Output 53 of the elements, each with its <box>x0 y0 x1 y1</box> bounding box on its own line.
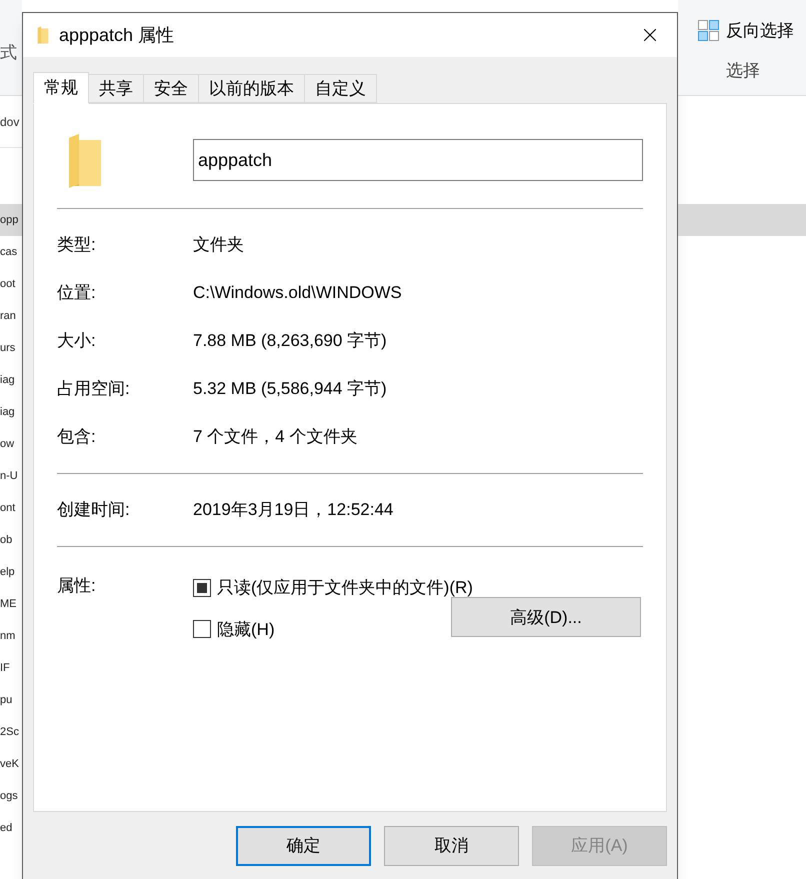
tab[interactable]: 常规 <box>33 72 89 104</box>
checkbox-box[interactable] <box>193 578 211 597</box>
field-label: 大小: <box>57 330 97 352</box>
file-row[interactable]: ME <box>0 588 22 620</box>
file-row[interactable]: veK <box>0 748 22 780</box>
window-title: apppatch 属性 <box>59 24 176 47</box>
file-row[interactable]: ran <box>0 300 22 332</box>
file-row[interactable]: nm <box>0 620 22 652</box>
field-value: 5.32 MB (5,586,944 字节) <box>193 378 387 400</box>
name-field[interactable]: apppatch <box>193 139 643 181</box>
file-row[interactable]: iag <box>0 364 22 396</box>
field-label: 包含: <box>57 426 97 448</box>
field-value: 7.88 MB (8,263,690 字节) <box>193 330 387 352</box>
field-label: 类型: <box>57 234 97 256</box>
select-grid-icon <box>698 20 720 42</box>
file-row[interactable]: elp <box>0 556 22 588</box>
file-row[interactable]: urs <box>0 332 22 364</box>
tab[interactable]: 自定义 <box>304 74 377 103</box>
file-row[interactable]: n-U <box>0 460 22 492</box>
ribbon-label: 式 <box>0 44 17 61</box>
tab[interactable]: 以前的版本 <box>198 74 305 103</box>
field-value: 2019年3月19日，12:52:44 <box>193 499 394 522</box>
file-row[interactable]: iag <box>0 396 22 428</box>
file-row[interactable]: pu <box>0 684 22 716</box>
field-label: 位置: <box>57 282 97 304</box>
file-row[interactable]: ow <box>0 428 22 460</box>
checkbox-box[interactable] <box>193 620 211 638</box>
field-label: 创建时间: <box>57 499 131 522</box>
checkbox[interactable]: 隐藏(H) <box>193 616 275 642</box>
invert-selection-button[interactable]: 反向选择 <box>726 18 794 44</box>
file-row[interactable]: cas <box>0 236 22 268</box>
folder-icon <box>37 26 49 44</box>
group-label: 选择 <box>726 60 761 82</box>
dialog-button[interactable]: 取消 <box>384 826 519 866</box>
file-row[interactable]: IF <box>0 652 22 684</box>
file-row[interactable]: ed <box>0 812 22 844</box>
file-row[interactable]: opp <box>0 204 22 236</box>
file-row[interactable]: 2Sc <box>0 716 22 748</box>
file-row[interactable]: ogs <box>0 780 22 812</box>
file-row[interactable]: oot <box>0 268 22 300</box>
path-text: dov <box>0 114 20 130</box>
field-value: C:\Windows.old\WINDOWS <box>193 282 402 304</box>
tab[interactable]: 共享 <box>88 74 144 103</box>
field-value: 文件夹 <box>193 234 244 256</box>
file-row[interactable]: ont <box>0 492 22 524</box>
field-label: 占用空间: <box>57 378 131 400</box>
folder-icon <box>67 132 103 188</box>
tab[interactable]: 安全 <box>143 74 199 103</box>
field-value: 7 个文件，4 个文件夹 <box>193 426 358 448</box>
field-label: 属性: <box>57 575 97 597</box>
advanced-button[interactable]: 高级(D)... <box>451 597 641 638</box>
file-row[interactable]: ob <box>0 524 22 556</box>
dialog-button[interactable]: 确定 <box>236 826 371 866</box>
